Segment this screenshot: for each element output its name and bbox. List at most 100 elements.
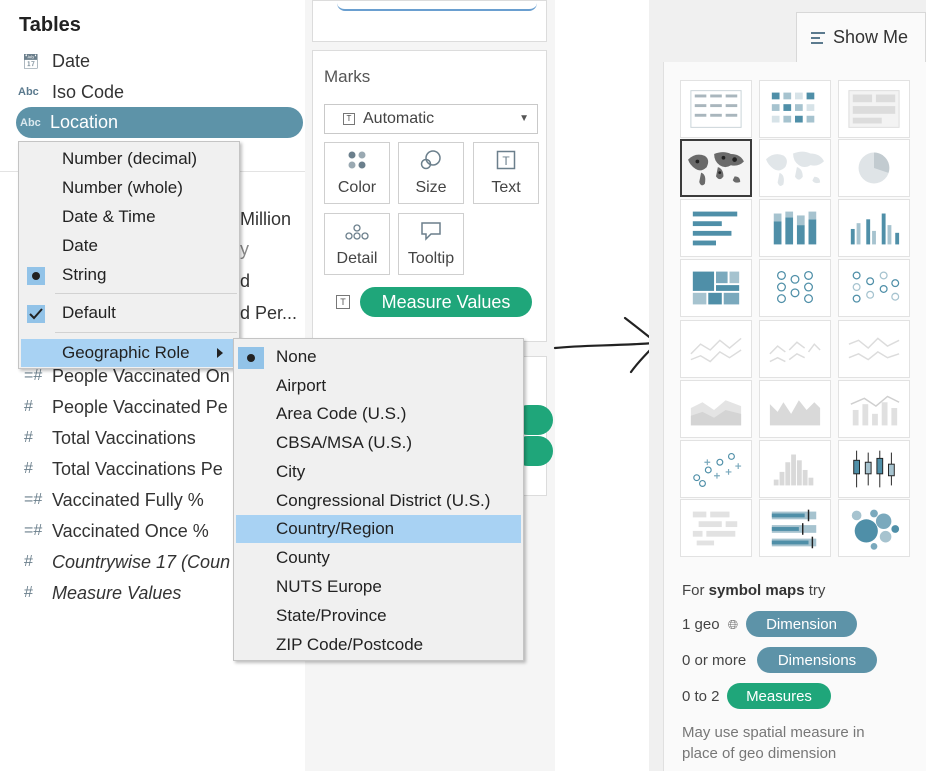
measures-pill: Measures xyxy=(727,683,831,709)
card-edge-decoration xyxy=(337,3,537,11)
packed-bubbles-chart-icon[interactable] xyxy=(838,499,910,557)
measure-values-pill[interactable]: Measure Values xyxy=(360,287,532,317)
menu-item-number-whole[interactable]: Number (whole) xyxy=(19,174,239,202)
abc-type-icon: Abc xyxy=(18,86,39,98)
tables-title: Tables xyxy=(19,14,81,36)
dual-lines-chart-icon[interactable] xyxy=(838,320,910,378)
field-people-vaccinated-per[interactable]: # People Vaccinated Pe xyxy=(18,393,228,421)
area-discrete-chart-icon[interactable] xyxy=(759,380,831,438)
histogram-chart-icon[interactable] xyxy=(759,440,831,498)
stacked-bar-chart-icon[interactable] xyxy=(759,199,831,257)
submenu-arrow-icon xyxy=(217,348,223,358)
abc-type-icon: Abc xyxy=(20,116,41,129)
submenu-item-none[interactable]: None xyxy=(234,343,523,371)
show-me-tab[interactable]: Show Me xyxy=(796,12,926,62)
field-total-vaccinations-per[interactable]: # Total Vaccinations Pe xyxy=(18,455,223,483)
text-button[interactable]: T Text xyxy=(473,142,539,204)
text-mark-icon: T xyxy=(343,113,355,125)
checkmark-icon xyxy=(27,305,45,323)
field-countrywise-17[interactable]: # Countrywise 17 (Coun xyxy=(18,548,230,576)
globe-icon: 🌐︎ xyxy=(727,617,739,632)
submenu-item-zip-code[interactable]: ZIP Code/Postcode xyxy=(234,631,523,659)
size-circles-icon xyxy=(420,150,442,173)
symbol-map-chart-icon[interactable] xyxy=(680,139,752,197)
field-vaccinated-once[interactable]: =# Vaccinated Once % xyxy=(18,517,209,545)
calculated-measure-icon: =# xyxy=(24,367,43,384)
circle-views-chart-icon[interactable] xyxy=(759,259,831,317)
menu-item-default[interactable]: Default xyxy=(19,299,239,327)
pie-chart-icon[interactable] xyxy=(838,139,910,197)
heat-map-chart-icon[interactable] xyxy=(838,80,910,138)
submenu-item-state-province[interactable]: State/Province xyxy=(234,602,523,630)
marks-title: Marks xyxy=(324,67,371,86)
mark-type-label: Automatic xyxy=(363,110,435,127)
field-vaccinated-fully[interactable]: =# Vaccinated Fully % xyxy=(18,486,204,514)
chevron-down-icon: ▼ xyxy=(519,113,529,124)
svg-text:T: T xyxy=(502,154,510,168)
field-location-selected[interactable]: Abc Location xyxy=(16,107,303,138)
side-by-side-circles-chart-icon[interactable] xyxy=(838,259,910,317)
horizontal-bar-chart-icon[interactable] xyxy=(680,199,752,257)
hidden-field-text: y xyxy=(240,239,249,259)
highlight-table-chart-icon[interactable] xyxy=(759,80,831,138)
box-whisker-chart-icon[interactable] xyxy=(838,440,910,498)
submenu-item-county[interactable]: County xyxy=(234,544,523,572)
submenu-item-cbsa-msa[interactable]: CBSA/MSA (U.S.) xyxy=(234,429,523,457)
calendar-icon: 📅︎ xyxy=(22,52,40,69)
hidden-field-text: d Per... xyxy=(240,303,298,323)
menu-item-date[interactable]: Date xyxy=(19,232,239,260)
discrete-lines-chart-icon[interactable] xyxy=(759,320,831,378)
color-button[interactable]: Color xyxy=(324,142,390,204)
field-iso-code[interactable]: Abc Iso Code xyxy=(18,78,124,106)
text-table-chart-icon[interactable] xyxy=(680,80,752,138)
gantt-chart-icon[interactable] xyxy=(680,499,752,557)
submenu-item-area-code[interactable]: Area Code (U.S.) xyxy=(234,400,523,428)
tooltip-bubble-icon xyxy=(420,221,442,244)
submenu-item-city[interactable]: City xyxy=(234,458,523,486)
size-button[interactable]: Size xyxy=(398,142,464,204)
dimensions-pill: Dimensions xyxy=(757,647,877,673)
area-continuous-chart-icon[interactable] xyxy=(680,380,752,438)
continuous-lines-chart-icon[interactable] xyxy=(680,320,752,378)
menu-separator xyxy=(55,332,237,333)
detail-button[interactable]: Detail xyxy=(324,213,390,275)
marks-card: Marks T Automatic ▼ Color Size T Text De… xyxy=(312,50,547,342)
requirement-geo: 1 geo 🌐︎ xyxy=(682,616,739,633)
bullet-graph-chart-icon[interactable] xyxy=(759,499,831,557)
dimension-pill: Dimension xyxy=(746,611,857,637)
filled-map-chart-icon[interactable] xyxy=(759,139,831,197)
menu-item-date-time[interactable]: Date & Time xyxy=(19,203,239,231)
text-box-icon: T xyxy=(496,150,516,173)
submenu-item-country-region[interactable]: Country/Region xyxy=(236,515,521,543)
menu-item-geographic-role[interactable]: Geographic Role xyxy=(21,339,237,367)
field-date[interactable]: 📅︎ Date xyxy=(18,47,90,75)
side-by-side-bar-chart-icon[interactable] xyxy=(838,199,910,257)
filters-card-fragment xyxy=(312,0,547,42)
hidden-field-text: d xyxy=(240,271,251,291)
annotation-arrow-icon xyxy=(553,316,659,374)
tooltip-button[interactable]: Tooltip xyxy=(398,213,464,275)
menu-item-number-decimal[interactable]: Number (decimal) xyxy=(19,145,239,173)
data-type-context-menu: Number (decimal) Number (whole) Date & T… xyxy=(18,141,240,369)
submenu-item-airport[interactable]: Airport xyxy=(234,372,523,400)
measure-icon: # xyxy=(24,398,33,415)
menu-item-string[interactable]: String xyxy=(19,261,239,289)
treemap-chart-icon[interactable] xyxy=(680,259,752,317)
dual-combination-chart-icon[interactable] xyxy=(838,380,910,438)
field-measure-values[interactable]: # Measure Values xyxy=(18,579,181,607)
requirement-measures: 0 to 2 xyxy=(682,688,720,705)
measure-icon: # xyxy=(24,553,33,570)
hidden-field-text: Million xyxy=(240,209,292,229)
field-total-vaccinations[interactable]: # Total Vaccinations xyxy=(18,424,196,452)
calculated-measure-icon: =# xyxy=(24,491,43,508)
requirement-dimensions: 0 or more xyxy=(682,652,747,669)
mark-type-dropdown[interactable]: T Automatic ▼ xyxy=(324,104,538,134)
submenu-item-nuts-europe[interactable]: NUTS Europe xyxy=(234,573,523,601)
submenu-item-congressional-district[interactable]: Congressional District (U.S.) xyxy=(234,487,523,515)
detail-dots-icon xyxy=(345,223,369,244)
scatter-plot-chart-icon[interactable] xyxy=(680,440,752,498)
measure-icon: # xyxy=(24,429,33,446)
radio-dot-icon xyxy=(238,347,264,369)
show-me-hint-title: For symbol maps try xyxy=(682,582,826,599)
calculated-measure-icon: =# xyxy=(24,522,43,539)
